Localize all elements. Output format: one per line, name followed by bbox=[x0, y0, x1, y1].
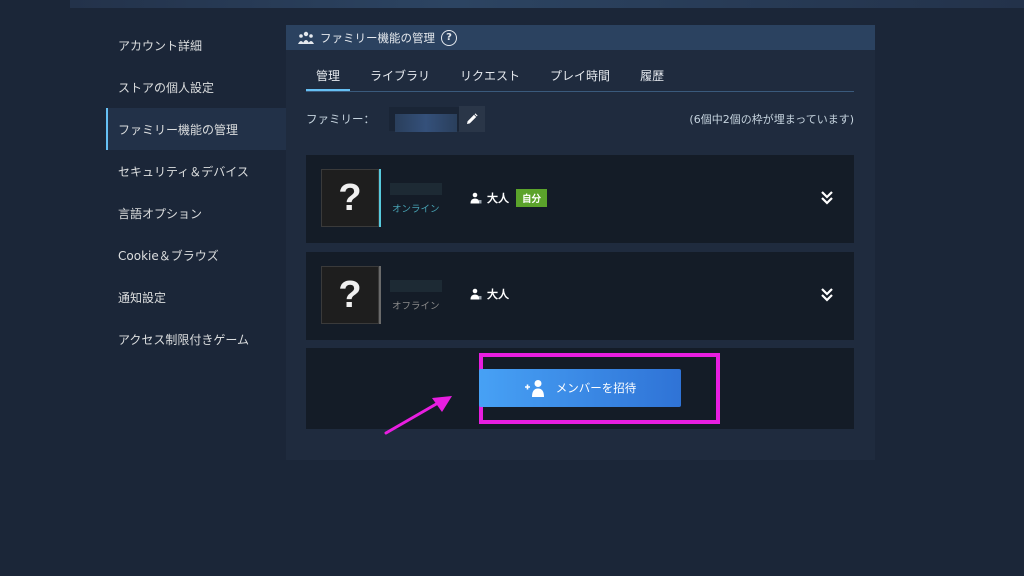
sidebar-item-label: ファミリー機能の管理 bbox=[118, 122, 239, 137]
offline-indicator bbox=[379, 266, 381, 324]
tab-label: ライブラリ bbox=[370, 69, 431, 83]
tab-label: 履歴 bbox=[640, 69, 665, 83]
tab-library[interactable]: ライブラリ bbox=[360, 67, 440, 91]
tab-history[interactable]: 履歴 bbox=[630, 67, 674, 91]
sidebar-item-label: ストアの個人設定 bbox=[118, 80, 215, 95]
top-bar bbox=[70, 0, 1024, 8]
sidebar-item-security-devices[interactable]: セキュリティ＆デバイス bbox=[106, 150, 286, 192]
invite-button-label: メンバーを招待 bbox=[555, 381, 637, 395]
member-name-redacted bbox=[390, 280, 442, 292]
sidebar-item-label: Cookie＆ブラウズ bbox=[118, 248, 219, 263]
family-name-redacted bbox=[389, 107, 459, 132]
sidebar-item-label: 言語オプション bbox=[118, 206, 203, 221]
panel-header: ファミリー機能の管理 ? bbox=[286, 25, 875, 50]
tab-label: プレイ時間 bbox=[550, 69, 611, 83]
pencil-icon bbox=[467, 113, 478, 124]
double-chevron-down-icon[interactable] bbox=[820, 190, 834, 206]
sidebar-item-label: アカウント詳細 bbox=[118, 38, 203, 53]
invite-member-button[interactable]: メンバーを招待 bbox=[479, 369, 681, 407]
double-chevron-down-icon[interactable] bbox=[820, 287, 834, 303]
sidebar-item-language[interactable]: 言語オプション bbox=[106, 192, 286, 234]
tab-label: リクエスト bbox=[460, 69, 521, 83]
tab-playtime[interactable]: プレイ時間 bbox=[540, 67, 620, 91]
annotation-arrow bbox=[384, 396, 452, 435]
settings-sidebar: アカウント詳細 ストアの個人設定 ファミリー機能の管理 セキュリティ＆デバイス … bbox=[106, 24, 286, 360]
sidebar-item-account-details[interactable]: アカウント詳細 bbox=[106, 24, 286, 66]
family-name-row: ファミリー： (6個中2個の枠が埋まっています) bbox=[306, 106, 854, 132]
family-name-blur bbox=[395, 114, 457, 132]
member-role: 大人 自分 bbox=[470, 189, 548, 207]
member-role: 大人 bbox=[470, 286, 509, 302]
family-label: ファミリー： bbox=[306, 112, 375, 126]
self-badge: 自分 bbox=[516, 189, 548, 207]
top-bar-gradient bbox=[70, 0, 1024, 8]
panel-tabs: 管理 ライブラリ リクエスト プレイ時間 履歴 bbox=[306, 67, 854, 92]
sidebar-item-label: セキュリティ＆デバイス bbox=[118, 164, 249, 179]
member-status: オンライン bbox=[392, 204, 440, 215]
member-card: ? オフライン 大人 bbox=[306, 252, 854, 340]
sidebar-item-restricted-games[interactable]: アクセス制限付きゲーム bbox=[106, 318, 286, 360]
tab-requests[interactable]: リクエスト bbox=[450, 67, 530, 91]
add-user-icon bbox=[524, 380, 544, 397]
slots-count: (6個中2個の枠が埋まっています) bbox=[689, 113, 854, 126]
tab-manage[interactable]: 管理 bbox=[306, 67, 351, 91]
member-status: オフライン bbox=[392, 301, 440, 312]
edit-family-name-button[interactable] bbox=[459, 106, 485, 132]
help-icon[interactable]: ? bbox=[441, 29, 457, 46]
avatar[interactable]: ? bbox=[321, 266, 379, 324]
sidebar-item-family-management[interactable]: ファミリー機能の管理 bbox=[106, 108, 286, 150]
member-role-label: 大人 bbox=[487, 288, 509, 301]
family-icon bbox=[298, 31, 314, 44]
sidebar-item-notifications[interactable]: 通知設定 bbox=[106, 276, 286, 318]
sidebar-item-store-preferences[interactable]: ストアの個人設定 bbox=[106, 66, 286, 108]
person-icon bbox=[470, 192, 482, 204]
member-name-redacted bbox=[390, 183, 442, 195]
sidebar-item-cookies[interactable]: Cookie＆ブラウズ bbox=[106, 234, 286, 276]
member-role-label: 大人 bbox=[487, 192, 509, 205]
avatar[interactable]: ? bbox=[321, 169, 379, 227]
member-card: ? オンライン 大人 自分 bbox=[306, 155, 854, 243]
family-management-panel: ファミリー機能の管理 ? 管理 ライブラリ リクエスト プレイ時間 履歴 ファミ… bbox=[286, 25, 875, 460]
online-indicator bbox=[379, 169, 381, 227]
sidebar-item-label: 通知設定 bbox=[118, 290, 167, 305]
tab-label: 管理 bbox=[316, 69, 341, 83]
panel-title: ファミリー機能の管理 bbox=[320, 30, 435, 45]
sidebar-item-label: アクセス制限付きゲーム bbox=[118, 332, 250, 347]
person-icon bbox=[470, 288, 482, 300]
